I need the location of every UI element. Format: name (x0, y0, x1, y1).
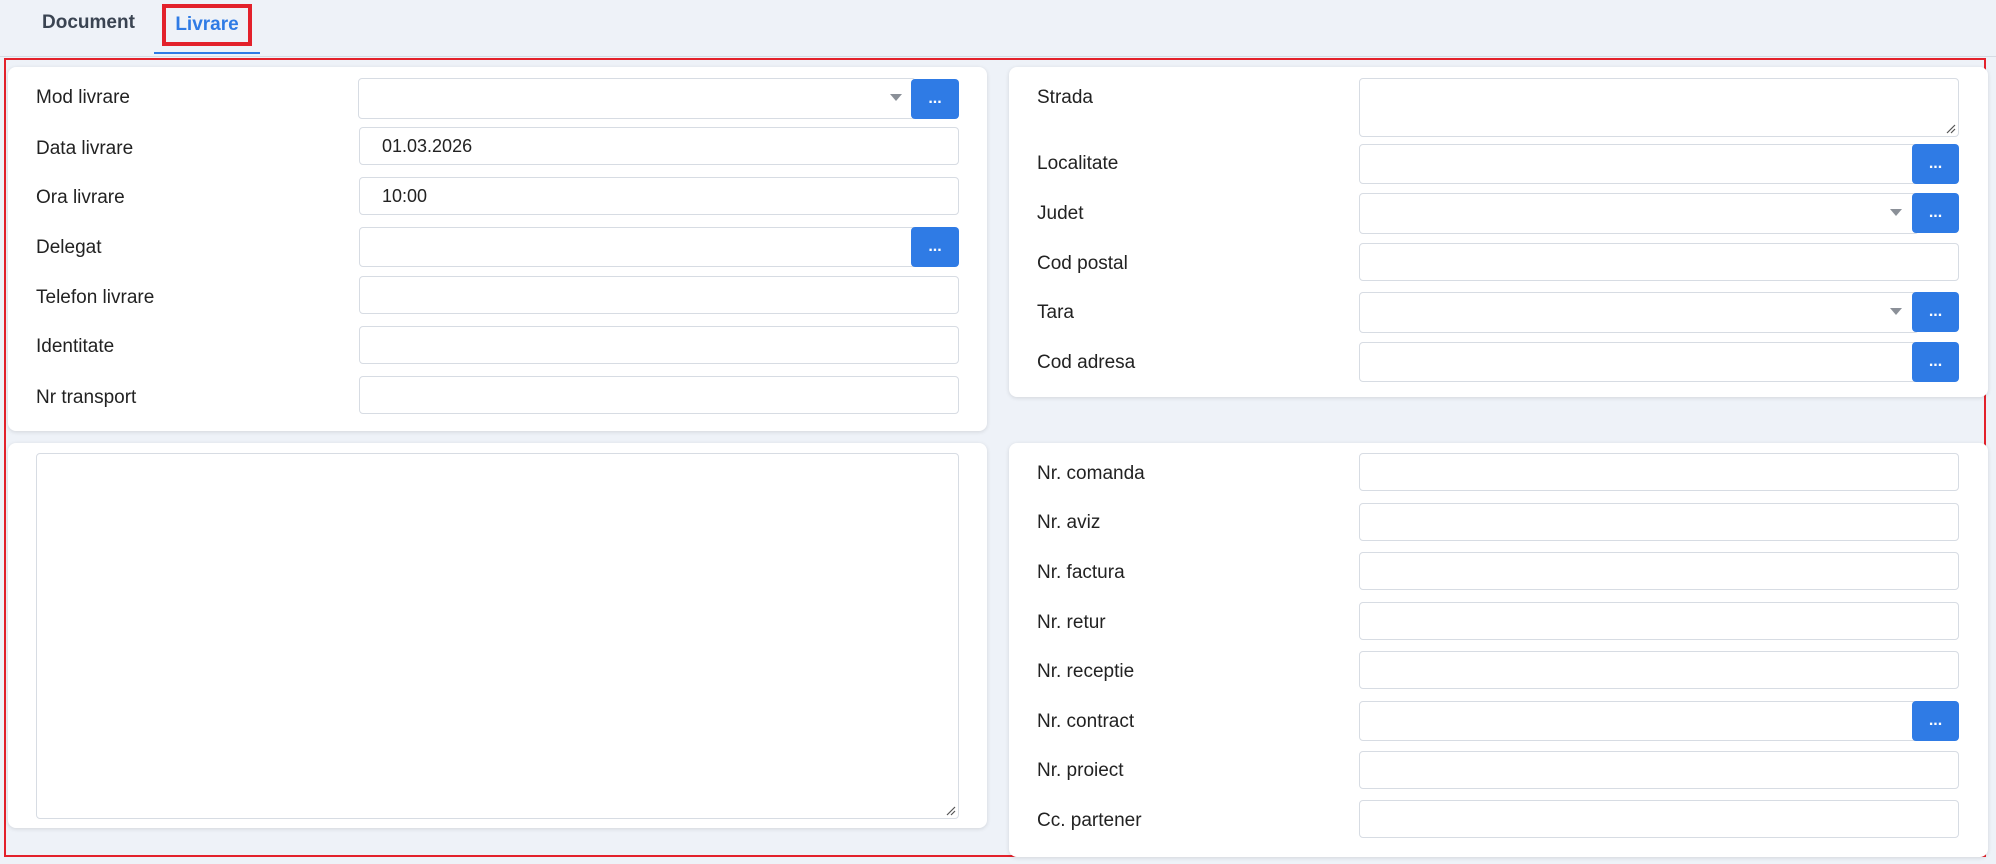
localitate-lookup-button[interactable]: ... (1912, 144, 1959, 184)
telefon-livrare-input[interactable] (359, 276, 959, 314)
label-nr-receptie: Nr. receptie (1037, 661, 1135, 682)
tara-lookup-button[interactable]: ... (1912, 292, 1959, 332)
nr-contract-lookup-button[interactable]: ... (1912, 701, 1959, 741)
identitate-input[interactable] (359, 326, 959, 364)
nr-factura-input[interactable] (1359, 552, 1959, 590)
label-tara: Tara (1037, 302, 1074, 323)
label-ora-livrare: Ora livrare (36, 187, 125, 208)
delegat-input[interactable] (359, 227, 917, 267)
mod-livrare-select[interactable] (358, 78, 916, 119)
label-strada: Strada (1037, 87, 1093, 108)
label-nr-factura: Nr. factura (1037, 562, 1125, 583)
tara-select[interactable] (1359, 292, 1919, 333)
active-tab-indicator (154, 52, 260, 54)
cod-postal-input[interactable] (1359, 243, 1959, 281)
ora-livrare-input[interactable]: 10:00 (359, 177, 959, 215)
delegat-lookup-button[interactable]: ... (911, 227, 959, 267)
resize-grip-icon[interactable] (944, 804, 956, 816)
label-nr-comanda: Nr. comanda (1037, 463, 1145, 484)
label-localitate: Localitate (1037, 153, 1119, 174)
judet-lookup-button[interactable]: ... (1912, 193, 1959, 233)
mod-livrare-lookup-button[interactable]: ... (911, 79, 959, 119)
nr-aviz-input[interactable] (1359, 503, 1959, 541)
address-card: Strada Localitate ... Judet ... Cod post… (1009, 67, 1988, 397)
label-mod-livrare: Mod livrare (36, 87, 130, 108)
references-card: Nr. comanda Nr. aviz Nr. factura Nr. ret… (1009, 443, 1988, 857)
nr-proiect-input[interactable] (1359, 751, 1959, 789)
label-cod-adresa: Cod adresa (1037, 352, 1136, 373)
label-identitate: Identitate (36, 336, 115, 357)
chevron-down-icon (1890, 209, 1902, 216)
cod-adresa-input[interactable] (1359, 342, 1919, 382)
localitate-input[interactable] (1359, 144, 1919, 184)
nr-receptie-input[interactable] (1359, 651, 1959, 689)
label-nr-retur: Nr. retur (1037, 612, 1106, 633)
label-cod-postal: Cod postal (1037, 253, 1128, 274)
label-nr-transport: Nr transport (36, 387, 137, 408)
tab-document[interactable]: Document (42, 12, 135, 34)
data-livrare-input[interactable]: 01.03.2026 (359, 127, 959, 165)
label-delegat: Delegat (36, 237, 102, 258)
nr-comanda-input[interactable] (1359, 453, 1959, 491)
tab-livrare[interactable]: Livrare (162, 4, 252, 46)
delivery-card: Mod livrare ... Data livrare 01.03.2026 … (8, 67, 987, 431)
label-data-livrare: Data livrare (36, 138, 134, 159)
chevron-down-icon (890, 94, 902, 101)
strada-textarea[interactable] (1359, 78, 1959, 137)
label-nr-proiect: Nr. proiect (1037, 760, 1124, 781)
nr-contract-input[interactable] (1359, 701, 1919, 741)
chevron-down-icon (1890, 308, 1902, 315)
nr-retur-input[interactable] (1359, 602, 1959, 640)
tab-bar: Document Livrare (0, 0, 1996, 57)
resize-grip-icon[interactable] (1944, 122, 1956, 134)
notes-textarea[interactable] (36, 453, 959, 819)
cod-adresa-lookup-button[interactable]: ... (1912, 342, 1959, 382)
label-cc-partener: Cc. partener (1037, 810, 1142, 831)
judet-select[interactable] (1359, 193, 1919, 234)
cc-partener-input[interactable] (1359, 800, 1959, 838)
notes-card (8, 443, 987, 828)
nr-transport-input[interactable] (359, 376, 959, 414)
label-nr-contract: Nr. contract (1037, 711, 1135, 732)
label-telefon-livrare: Telefon livrare (36, 287, 155, 308)
label-nr-aviz: Nr. aviz (1037, 512, 1101, 533)
label-judet: Judet (1037, 203, 1084, 224)
